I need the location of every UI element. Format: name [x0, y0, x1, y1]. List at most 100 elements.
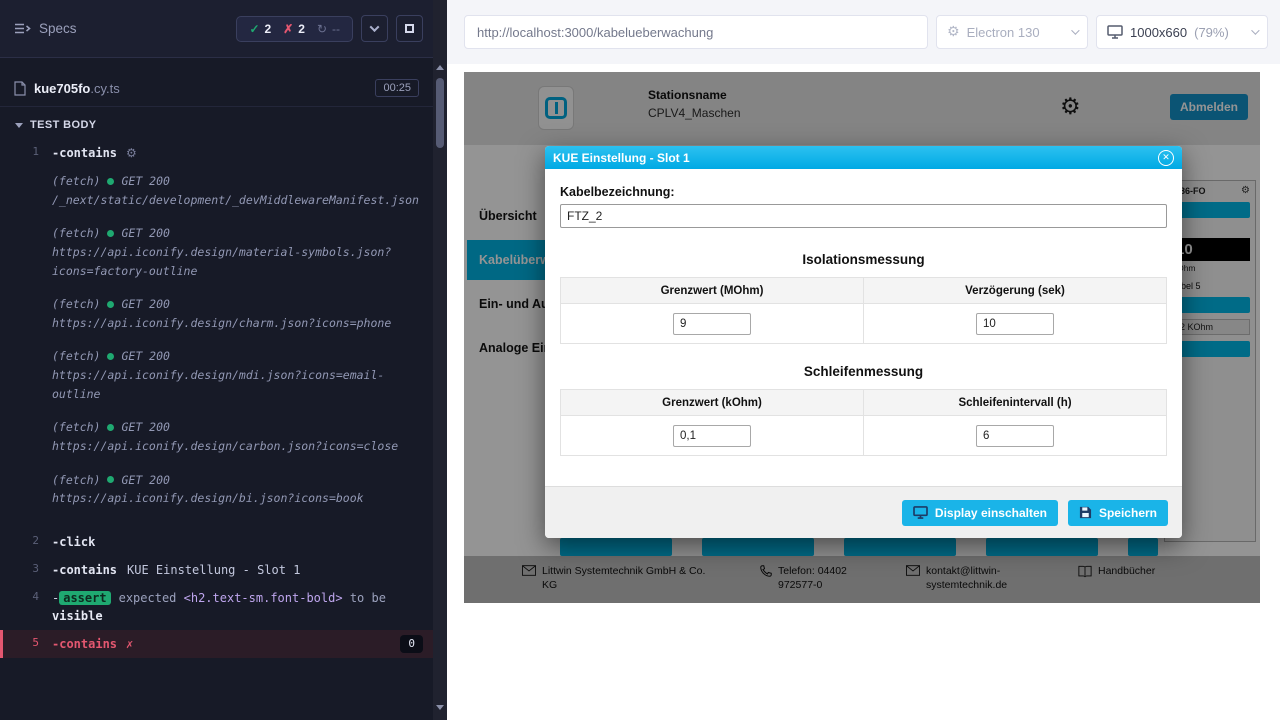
command-row-assert[interactable]: 4 assertexpected <h2.text-sm.font-bold> …	[0, 584, 433, 630]
viewport-selector[interactable]: 1000x660 (79%)	[1096, 15, 1268, 49]
command-name: contains	[52, 635, 117, 653]
chevron-down-icon	[1071, 26, 1079, 34]
fetch-log-entry[interactable]: (fetch)GET 200 https://api.iconify.desig…	[52, 418, 423, 455]
fetch-log-entry[interactable]: (fetch)GET 200 /_next/static/development…	[52, 172, 423, 209]
spec-extension: .cy.ts	[90, 81, 119, 96]
spec-name: kue705fo.cy.ts	[34, 81, 120, 96]
aut-stage: Stationsname CPLV4_Maschen ⚙ Abmelden Üb…	[447, 64, 1280, 720]
loop-interval-input[interactable]	[976, 425, 1054, 447]
iso-limit-input[interactable]	[673, 313, 751, 335]
display-icon	[913, 506, 928, 519]
iso-delay-input[interactable]	[976, 313, 1054, 335]
assert-element: <h2.text-sm.font-bold>	[184, 591, 343, 605]
command-log: TEST BODY 1 contains ⚙ (fetch) GET 200 /_n…	[0, 107, 433, 720]
chevron-down-icon	[1251, 26, 1259, 34]
test-stats[interactable]: ✓ 2 ✗ 2 ↻ --	[236, 16, 353, 42]
fetch-label: (fetch)	[52, 172, 100, 191]
display-on-label: Display einschalten	[935, 506, 1047, 520]
cable-name-input[interactable]	[560, 204, 1167, 228]
fetch-label: (fetch)	[52, 471, 100, 490]
stat-pending: ↻ --	[317, 22, 340, 36]
pending-icon: ↻	[317, 22, 327, 36]
fetch-log-entry[interactable]: (fetch)GET 200 https://api.iconify.desig…	[52, 224, 423, 280]
iso-delay-cell	[864, 304, 1167, 344]
pending-count: --	[332, 22, 340, 36]
command-message: KUE Einstellung - Slot 1	[127, 563, 300, 577]
fetch-label: (fetch)	[52, 295, 100, 314]
scroll-down-arrow-icon[interactable]	[433, 700, 447, 714]
assert-mid: to be	[350, 591, 386, 605]
command-row-click[interactable]: 2 click	[0, 528, 433, 556]
aut-region: ⚙ Electron 130 1000x660 (79%) Stationsna…	[447, 0, 1280, 720]
fetch-status: GET 200	[121, 418, 169, 437]
spec-base-name: kue705fo	[34, 81, 90, 96]
status-ok-dot-icon	[107, 476, 114, 483]
browser-name: Electron 130	[967, 25, 1040, 40]
fetch-log-entry[interactable]: (fetch)GET 200 https://api.iconify.desig…	[52, 295, 423, 332]
root: Specs ✓ 2 ✗ 2 ↻ -- kue705fo.cy.ts	[0, 0, 1280, 720]
options-gear-icon: ⚙	[126, 146, 137, 160]
modal-title: KUE Einstellung - Slot 1	[553, 151, 690, 165]
loop-limit-input[interactable]	[673, 425, 751, 447]
test-body-section-header[interactable]: TEST BODY	[0, 107, 433, 139]
specs-list-toggle-icon[interactable]	[14, 22, 31, 35]
specs-label[interactable]: Specs	[39, 21, 77, 36]
fetch-log-entry[interactable]: (fetch)GET 200 https://api.iconify.desig…	[52, 471, 423, 508]
stat-failed: ✗ 2	[283, 22, 305, 36]
stop-run-button[interactable]	[396, 15, 423, 42]
viewport-size: 1000x660	[1130, 25, 1187, 40]
fetch-url: https://api.iconify.design/bi.json?icons…	[52, 489, 423, 508]
command-number: 5	[3, 635, 52, 654]
iso-col1-header: Grenzwert (MOhm)	[561, 278, 864, 304]
spec-duration: 00:25	[375, 79, 419, 97]
url-input[interactable]	[469, 25, 923, 40]
spec-file-icon	[14, 81, 26, 96]
command-name: click	[52, 535, 95, 549]
collapse-caret-icon	[15, 123, 23, 128]
iso-limit-cell	[561, 304, 864, 344]
section-title: TEST BODY	[30, 119, 97, 131]
fetch-url: https://api.iconify.design/material-symb…	[52, 243, 423, 280]
fetch-status: GET 200	[121, 347, 169, 366]
fetch-url: /_next/static/development/_devMiddleware…	[52, 191, 423, 210]
command-row-contains-2[interactable]: 3 containsKUE Einstellung - Slot 1	[0, 556, 433, 584]
display-on-button[interactable]: Display einschalten	[902, 500, 1058, 526]
failed-count: 2	[298, 22, 305, 36]
browser-selector[interactable]: ⚙ Electron 130	[936, 15, 1088, 49]
command-name: contains	[52, 146, 117, 160]
cable-name-label: Kabelbezeichnung:	[560, 185, 1167, 199]
check-icon: ✓	[249, 22, 259, 36]
command-row-contains-failed[interactable]: 5 contains ✗ 0	[0, 630, 433, 659]
isolation-section-title: Isolationsmessung	[560, 252, 1167, 267]
close-icon[interactable]: ✕	[1158, 150, 1174, 166]
command-body: contains ⚙ (fetch) GET 200 /_next/static/d…	[52, 144, 423, 523]
command-number: 4	[0, 589, 52, 625]
reporter-header: Specs ✓ 2 ✗ 2 ↻ --	[0, 0, 433, 58]
fetch-log-list: (fetch) GET 200 /_next/static/development…	[52, 172, 423, 508]
isolation-table: Grenzwert (MOhm) Verzögerung (sek)	[560, 277, 1167, 344]
assert-state: visible	[52, 609, 103, 623]
status-ok-dot-icon	[107, 353, 114, 360]
fetch-status: GET 200	[121, 295, 169, 314]
status-ok-dot-icon	[107, 230, 114, 237]
modal-body: Kabelbezeichnung: Isolationsmessung Gren…	[545, 169, 1182, 486]
fetch-log-entry[interactable]: (fetch)GET 200 https://api.iconify.desig…	[52, 347, 423, 403]
command-row-contains-1[interactable]: 1 contains ⚙ (fetch) GET 200 /_next/static…	[0, 139, 433, 528]
spec-bar[interactable]: kue705fo.cy.ts 00:25	[0, 72, 433, 107]
viewport-zoom: (79%)	[1194, 25, 1229, 40]
modal-header: KUE Einstellung - Slot 1 ✕	[545, 146, 1182, 169]
reporter-scrollbar[interactable]	[433, 0, 447, 720]
command-number: 1	[0, 144, 52, 523]
command-number: 2	[0, 533, 52, 551]
scrollbar-thumb[interactable]	[436, 78, 444, 148]
collapse-dropdown-button[interactable]	[361, 15, 388, 42]
browser-icon: ⚙	[947, 24, 960, 40]
loop-limit-cell	[561, 416, 864, 456]
url-bar[interactable]	[464, 15, 928, 49]
loop-interval-cell	[864, 416, 1167, 456]
assert-expected: expected	[119, 591, 177, 605]
iso-col2-header: Verzögerung (sek)	[864, 278, 1167, 304]
save-button[interactable]: Speichern	[1068, 500, 1168, 526]
retry-count-badge: 0	[400, 635, 423, 654]
scroll-up-arrow-icon[interactable]	[433, 60, 447, 74]
